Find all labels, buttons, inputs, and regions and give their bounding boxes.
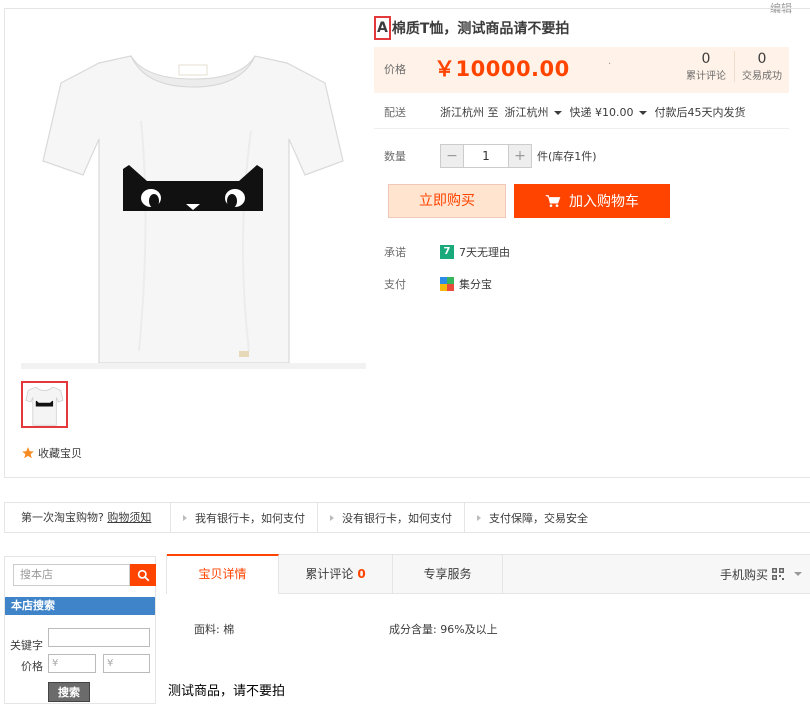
favorite-button[interactable]: 收藏宝贝 <box>21 445 82 461</box>
quantity-increase-button[interactable]: + <box>509 145 531 167</box>
guide-first-time: 第一次淘宝购物? 购物须知 <box>5 503 171 532</box>
price-label: 价格 <box>384 63 406 76</box>
tab-reviews[interactable]: 累计评论 0 <box>279 555 393 594</box>
quantity-input[interactable]: 1 <box>463 145 509 167</box>
store-sidebar: 搜本店 本店搜索 关键字 价格 ¥ ¥ 搜索 <box>4 556 156 704</box>
delivery-from: 浙江杭州 至 <box>440 106 499 119</box>
guide-item-no-card[interactable]: 没有银行卡，如何支付 <box>318 503 465 532</box>
promise-label: 承诺 <box>384 246 406 259</box>
store-search-box: 搜本店 <box>13 564 156 586</box>
keyword-label: 关键字 <box>10 639 43 652</box>
seven-day-return-icon: 7 <box>440 245 454 259</box>
delivery-destination: 浙江杭州 <box>504 106 549 119</box>
price-box: 价格 ￥10000.00 · 0 累计评论 0 交易成功 <box>374 47 789 93</box>
favorite-label: 收藏宝贝 <box>38 447 82 460</box>
star-icon <box>22 447 34 459</box>
tshirt-thumbnail-image <box>25 386 64 426</box>
quantity-decrease-button[interactable]: − <box>441 145 463 167</box>
chevron-down-icon <box>638 110 647 115</box>
mobile-buy-button[interactable]: 手机购买 <box>720 555 810 593</box>
caret-right-icon <box>183 514 187 521</box>
price-max-input[interactable]: ¥ <box>103 654 150 673</box>
guide-first-prefix: 第一次淘宝购物? <box>21 511 104 524</box>
price-range-label: 价格 <box>21 660 43 673</box>
mobile-buy-label: 手机购买 <box>719 567 768 582</box>
reviews-label: 累计评论 <box>686 71 726 82</box>
payment-text[interactable]: 集分宝 <box>459 276 492 292</box>
tab-reviews-count: 0 <box>357 567 366 581</box>
payment-row: 支付 集分宝 <box>374 276 492 292</box>
stock-text: 件(库存1件) <box>537 150 597 163</box>
caret-right-icon <box>477 514 481 521</box>
caret-right-icon <box>330 514 334 521</box>
add-to-cart-button[interactable]: 加入购物车 <box>514 184 670 218</box>
attribute-composition: 成分含量: 96%及以上 <box>389 623 498 636</box>
delivery-destination-select[interactable]: 浙江杭州 <box>505 104 570 120</box>
title-selected-char: A <box>374 16 391 40</box>
quantity-label: 数量 <box>384 150 406 163</box>
product-description: 测试商品，请不要拍 <box>168 684 286 699</box>
reviews-count: 0 <box>701 51 711 67</box>
store-search-title: 本店搜索 <box>5 597 155 615</box>
keyword-input[interactable] <box>48 628 150 647</box>
add-to-cart-label: 加入购物车 <box>569 194 639 210</box>
price-value: ￥10000.00 <box>434 57 570 81</box>
shipping-fee: ¥10.00 <box>595 106 634 119</box>
store-search-input[interactable]: 搜本店 <box>13 564 130 586</box>
deals-stat[interactable]: 0 交易成功 <box>734 51 789 82</box>
buy-now-button[interactable]: 立即购买 <box>388 184 506 218</box>
reviews-stat[interactable]: 0 累计评论 <box>676 51 736 82</box>
product-thumbnail[interactable] <box>21 381 68 428</box>
delivery-row: 配送 浙江杭州 至 浙江杭州 快递 ¥10.00 付款后45天内发货 <box>374 104 789 129</box>
cart-icon <box>545 195 561 207</box>
guide-item-has-card[interactable]: 我有银行卡，如何支付 <box>171 503 318 532</box>
jifenbao-icon <box>440 277 454 291</box>
tab-item-details[interactable]: 宝贝详情 <box>167 554 279 594</box>
sidebar-search-button[interactable]: 搜索 <box>48 682 90 702</box>
tab-exclusive-service[interactable]: 专享服务 <box>393 555 503 594</box>
chevron-down-icon <box>794 572 802 576</box>
tab-reviews-label: 累计评论 <box>305 567 354 581</box>
shipping-method: 快递 <box>569 106 592 119</box>
title-text: 棉质T恤，测试商品请不要拍 <box>391 21 570 37</box>
delivery-label: 配送 <box>384 106 406 119</box>
shopping-guide-bar: 第一次淘宝购物? 购物须知 我有银行卡，如何支付 没有银行卡，如何支付 支付保障… <box>4 502 810 533</box>
price-min-input[interactable]: ¥ <box>48 654 96 673</box>
guide-item-payment-security[interactable]: 支付保障，交易安全 <box>465 503 615 532</box>
product-main-image[interactable] <box>21 21 366 369</box>
qr-code-icon <box>772 568 784 580</box>
quantity-row: 数量 − 1 + 件(库存1件) <box>374 144 597 168</box>
shipping-note: 付款后45天内发货 <box>654 106 746 119</box>
tshirt-image <box>42 55 344 364</box>
promise-row: 承诺 7 7天无理由 <box>374 244 510 260</box>
chevron-down-icon <box>553 110 562 115</box>
price-dot: · <box>608 59 612 70</box>
guide-item-label: 没有银行卡，如何支付 <box>342 511 452 525</box>
quantity-stepper: − 1 + <box>440 144 532 168</box>
product-title: A 棉质T恤，测试商品请不要拍 <box>374 16 569 40</box>
store-search-button[interactable] <box>130 564 156 586</box>
payment-label: 支付 <box>384 278 406 291</box>
search-icon <box>137 569 149 581</box>
promise-text[interactable]: 7天无理由 <box>459 244 510 260</box>
shipping-method-select[interactable]: 快递 ¥10.00 <box>570 104 655 120</box>
deals-label: 交易成功 <box>742 71 782 82</box>
detail-tabbar: 宝贝详情 累计评论 0 专享服务 手机购买 <box>166 554 810 594</box>
guide-item-label: 支付保障，交易安全 <box>489 511 588 525</box>
attribute-fabric: 面料: 棉 <box>194 623 235 636</box>
guide-first-link[interactable]: 购物须知 <box>107 511 151 524</box>
guide-item-label: 我有银行卡，如何支付 <box>195 511 305 525</box>
deals-count: 0 <box>757 51 767 67</box>
